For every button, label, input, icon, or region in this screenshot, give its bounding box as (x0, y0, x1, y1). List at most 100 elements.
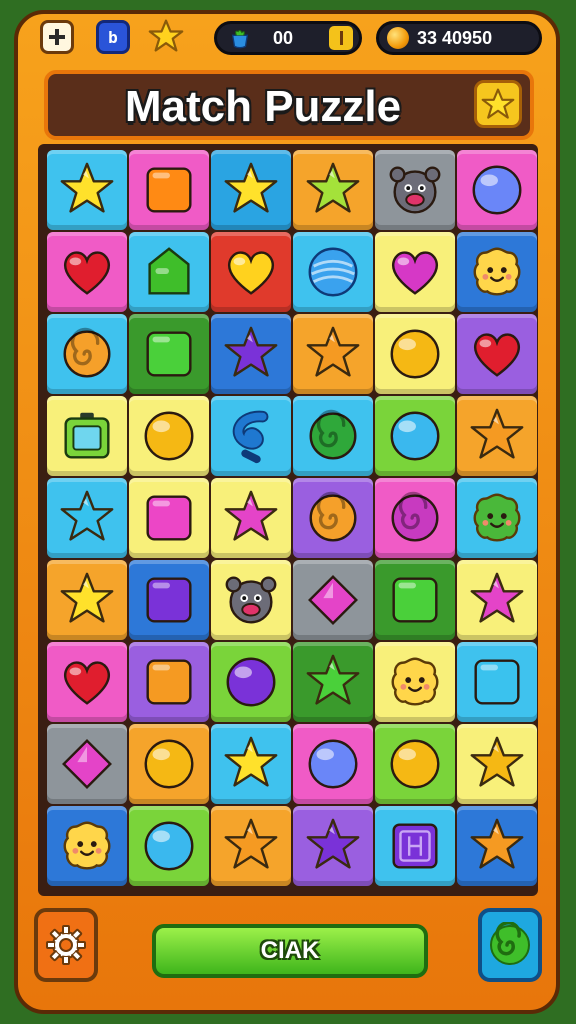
tile-diamond-r8c1[interactable] (47, 724, 127, 804)
star-icon (470, 736, 524, 787)
tile-star-r4c6[interactable] (457, 396, 537, 476)
creature-icon (225, 576, 277, 624)
star-icon[interactable] (148, 18, 184, 54)
star-icon (306, 162, 360, 213)
tile-star-r9c4[interactable] (293, 806, 373, 886)
blob-icon (63, 821, 111, 870)
tile-orb-r8c5[interactable] (375, 724, 455, 804)
swirl-icon (490, 922, 530, 965)
plus-icon[interactable] (40, 20, 74, 54)
tile-square-r6c5[interactable] (375, 560, 455, 640)
star-icon (470, 572, 524, 623)
square-icon (146, 577, 192, 623)
tile-orb-r8c2[interactable] (129, 724, 209, 804)
tile-heart-r3c6[interactable] (457, 314, 537, 394)
tile-star-r3c3[interactable] (211, 314, 291, 394)
title-panel: Match Puzzle (44, 70, 534, 140)
tile-square-r7c2[interactable] (129, 642, 209, 722)
tile-square-r5c2[interactable] (129, 478, 209, 558)
swirl-icon (232, 410, 269, 464)
tile-heart-r2c3[interactable] (211, 232, 291, 312)
tile-grid (47, 150, 537, 886)
spiral-icon (309, 491, 357, 542)
star-icon (224, 736, 278, 787)
coins-value: 33 40950 (417, 28, 493, 48)
star-icon (224, 818, 278, 869)
rune-square-icon (392, 823, 438, 869)
tile-creature-r1c5[interactable] (375, 150, 455, 230)
tile-blob-r7c5[interactable] (375, 642, 455, 722)
blue-square-icon[interactable]: b (96, 20, 130, 54)
swirl-button[interactable] (478, 908, 542, 982)
star-icon (224, 490, 278, 541)
tile-square-r7c6[interactable] (457, 642, 537, 722)
tile-star-r1c4[interactable] (293, 150, 373, 230)
tile-star-r9c6[interactable] (457, 806, 537, 886)
spiral-icon (309, 409, 357, 460)
tile-square-r3c2[interactable] (129, 314, 209, 394)
tile-square-r6c2[interactable] (129, 560, 209, 640)
tile-star-r3c4[interactable] (293, 314, 373, 394)
tile-star-r8c3[interactable] (211, 724, 291, 804)
action-button[interactable]: CIAK (152, 924, 428, 978)
tile-heart-r2c1[interactable] (47, 232, 127, 312)
tile-star-r6c6[interactable] (457, 560, 537, 640)
orb-icon (308, 739, 358, 789)
tile-star-r1c3[interactable] (211, 150, 291, 230)
orb-icon (144, 821, 194, 871)
tile-star-r5c3[interactable] (211, 478, 291, 558)
tile-spiral-r3c1[interactable] (47, 314, 127, 394)
tile-heart-r7c1[interactable] (47, 642, 127, 722)
tile-star-r8c6[interactable] (457, 724, 537, 804)
creature-icon (389, 166, 441, 214)
tile-diamond-r6c4[interactable] (293, 560, 373, 640)
heart-icon (63, 251, 111, 295)
pause-icon[interactable] (329, 26, 353, 50)
square-icon (474, 659, 520, 705)
tile-heart-r2c5[interactable] (375, 232, 455, 312)
tile-orb-r1c6[interactable] (457, 150, 537, 230)
tile-star-r1c1[interactable] (47, 150, 127, 230)
tile-blob-r5c6[interactable] (457, 478, 537, 558)
tile-battery-r4c1[interactable] (47, 396, 127, 476)
tile-spiral-r5c4[interactable] (293, 478, 373, 558)
spiral-icon (391, 491, 439, 542)
gear-icon (46, 925, 86, 965)
tile-star-r5c1[interactable] (47, 478, 127, 558)
tile-star-r9c3[interactable] (211, 806, 291, 886)
blob-icon (391, 657, 439, 706)
tile-star-r6c1[interactable] (47, 560, 127, 640)
gem-house-icon (148, 247, 190, 295)
tile-orb-r7c3[interactable] (211, 642, 291, 722)
star-icon (60, 490, 114, 541)
tile-orb-r4c5[interactable] (375, 396, 455, 476)
battery-icon (64, 412, 110, 459)
tile-orb-r9c2[interactable] (129, 806, 209, 886)
orb-icon (144, 411, 194, 461)
star-icon (470, 408, 524, 459)
tile-spiral-r5c5[interactable] (375, 478, 455, 558)
tile-star-r7c4[interactable] (293, 642, 373, 722)
tile-rune-square-r9c5[interactable] (375, 806, 455, 886)
tile-orb-r4c2[interactable] (129, 396, 209, 476)
tile-blob-r9c1[interactable] (47, 806, 127, 886)
diamond-icon (308, 575, 358, 625)
tile-orb-r3c5[interactable] (375, 314, 455, 394)
diamond-icon (62, 739, 112, 789)
settings-button[interactable] (34, 908, 98, 982)
square-icon (146, 495, 192, 541)
star-icon (470, 818, 524, 869)
tile-blob-r2c6[interactable] (457, 232, 537, 312)
tile-creature-r6c3[interactable] (211, 560, 291, 640)
tile-gem-house-r2c2[interactable] (129, 232, 209, 312)
tile-swirl-r4c3[interactable] (211, 396, 291, 476)
orb-icon (144, 739, 194, 789)
orb-icon (390, 411, 440, 461)
tile-orb-r8c4[interactable] (293, 724, 373, 804)
tile-swirl-ball-r2c4[interactable] (293, 232, 373, 312)
blob-icon (473, 493, 521, 542)
tile-square-r1c2[interactable] (129, 150, 209, 230)
potion-icon (231, 29, 249, 49)
tile-spiral-r4c4[interactable] (293, 396, 373, 476)
title-star-icon[interactable] (474, 80, 522, 128)
